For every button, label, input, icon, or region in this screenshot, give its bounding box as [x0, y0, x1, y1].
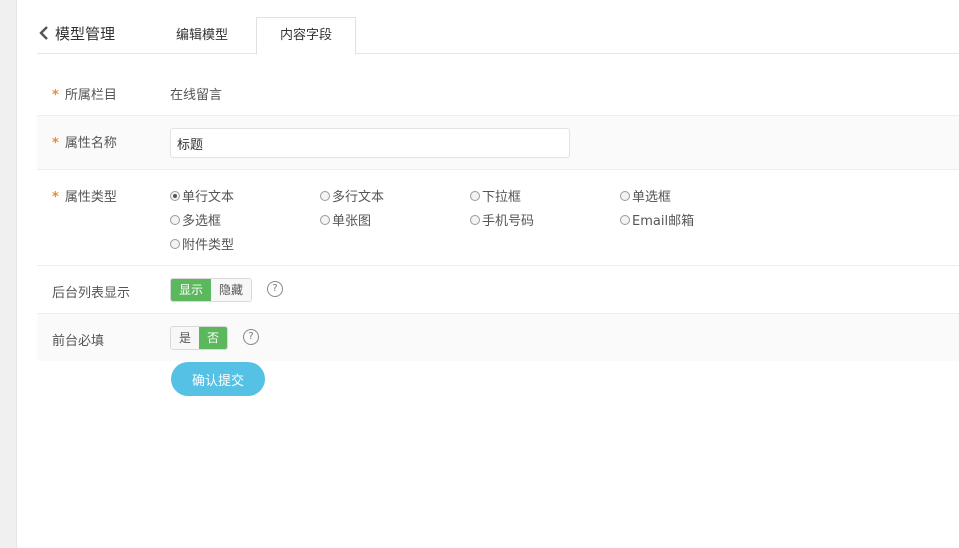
radio-unchecked-icon [320, 214, 330, 225]
attr-type-row: * 属性类型 单行文本 多行文本 下拉框 单选框 多选框 单张图 手机号码 Em… [37, 170, 959, 265]
front-required-label: 前台必填 [52, 334, 105, 349]
category-value: 在线留言 [170, 88, 223, 103]
category-row: * 所属栏目 在线留言 [37, 70, 959, 115]
list-display-toggle[interactable]: 显示 隐藏 [170, 278, 253, 302]
page-header: 模型管理 编辑模型 内容字段 [17, 0, 959, 55]
list-display-label: 后台列表显示 [52, 286, 131, 301]
category-label: 所属栏目 [64, 88, 117, 103]
list-display-row: 后台列表显示 显示 隐藏 ? [37, 266, 959, 313]
back-link[interactable]: 模型管理 [37, 22, 115, 44]
help-icon[interactable]: ? [243, 329, 259, 345]
front-required-toggle[interactable]: 是 否 [170, 326, 229, 350]
radio-dropdown[interactable]: 下拉框 [470, 186, 521, 205]
attr-type-label: 属性类型 [64, 190, 117, 205]
help-icon[interactable]: ? [267, 281, 283, 297]
radio-phone-number[interactable]: 手机号码 [470, 210, 534, 229]
radio-unchecked-icon [320, 190, 330, 201]
radio-multi-choice[interactable]: 多选框 [170, 210, 221, 229]
radio-multi-line-text[interactable]: 多行文本 [320, 186, 384, 205]
main-panel: 模型管理 编辑模型 内容字段 * 所属栏目 在线留言 * 属性名称 * 属性类型 单行… [17, 0, 959, 548]
radio-single-image[interactable]: 单张图 [320, 210, 371, 229]
radio-unchecked-icon [170, 214, 180, 225]
yes-option[interactable]: 是 [171, 327, 200, 349]
show-option[interactable]: 显示 [171, 279, 212, 301]
radio-email[interactable]: Email邮箱 [620, 210, 694, 229]
submit-button[interactable]: 确认提交 [171, 362, 265, 396]
front-required-row: 前台必填 是 否 ? [37, 314, 959, 361]
attr-name-label: 属性名称 [64, 136, 117, 151]
radio-single-choice[interactable]: 单选框 [620, 186, 671, 205]
radio-checked-icon [170, 190, 180, 201]
radio-attachment-type[interactable]: 附件类型 [170, 234, 234, 253]
attr-name-input[interactable] [170, 128, 570, 158]
radio-unchecked-icon [620, 190, 630, 201]
required-mark: * [52, 88, 59, 103]
tab-content-fields[interactable]: 内容字段 [256, 17, 356, 55]
no-option[interactable]: 否 [199, 327, 228, 349]
chevron-left-icon [39, 26, 48, 40]
required-mark: * [52, 136, 59, 151]
required-mark: * [52, 190, 59, 205]
tab-edit-model[interactable]: 编辑模型 [167, 18, 237, 53]
attr-name-row: * 属性名称 [37, 116, 959, 169]
tab-divider [37, 53, 959, 54]
radio-single-line-text[interactable]: 单行文本 [170, 186, 234, 205]
radio-unchecked-icon [470, 214, 480, 225]
hide-option[interactable]: 隐藏 [211, 279, 252, 301]
left-sidebar-strip [0, 0, 17, 548]
radio-unchecked-icon [470, 190, 480, 201]
radio-unchecked-icon [620, 214, 630, 225]
radio-unchecked-icon [170, 238, 180, 249]
page-title: 模型管理 [55, 24, 116, 43]
